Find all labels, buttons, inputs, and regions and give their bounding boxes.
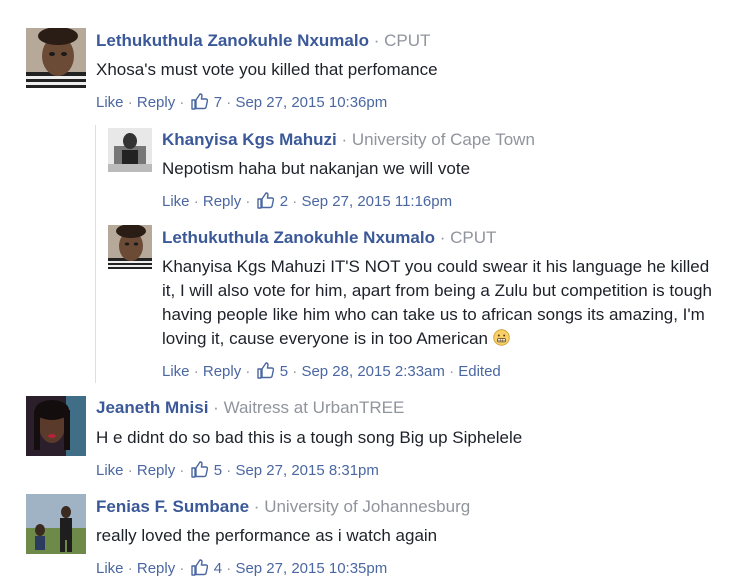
timestamp[interactable]: Sep 27, 2015 11:16pm	[301, 193, 452, 210]
author-affiliation: University of Cape Town	[351, 130, 535, 149]
separator: ·	[226, 560, 232, 577]
timestamp[interactable]: Sep 28, 2015 2:33am	[301, 363, 444, 380]
author-name[interactable]: Lethukuthula Zanokuhle Nxumalo	[96, 31, 369, 50]
like-count[interactable]: 2	[280, 193, 288, 210]
reply-button[interactable]: Reply	[137, 94, 175, 111]
comment-actions: Like · Reply · 2 · Sep 27, 2015 11:16pm	[162, 192, 452, 213]
avatar[interactable]	[26, 494, 86, 554]
like-count[interactable]: 7	[214, 94, 222, 111]
timestamp[interactable]: Sep 27, 2015 8:31pm	[235, 462, 378, 479]
reply-button[interactable]: Reply	[203, 193, 241, 210]
avatar[interactable]	[26, 28, 86, 88]
reply-button[interactable]: Reply	[137, 462, 175, 479]
comment-actions: Like · Reply · 5 · Sep 27, 2015 8:31pm	[96, 461, 379, 482]
comment-actions: Like · Reply · 4 · Sep 27, 2015 10:35pm	[96, 559, 387, 580]
separator: ·	[213, 398, 219, 417]
comment-actions: Like · Reply · 7 · Sep 27, 2015 10:36pm	[96, 93, 387, 114]
separator: ·	[439, 228, 446, 247]
separator: ·	[127, 94, 133, 111]
like-button[interactable]: Like	[96, 462, 124, 479]
separator: ·	[245, 363, 251, 380]
separator: ·	[245, 193, 251, 210]
comment-header: Khanyisa Kgs Mahuzi · University of Cape…	[162, 130, 535, 150]
separator: ·	[179, 560, 185, 577]
comment-text-content: Khanyisa Kgs Mahuzi IT'S NOT you could s…	[162, 257, 712, 348]
author-affiliation: University of Johannesburg	[264, 497, 471, 516]
separator: ·	[226, 94, 232, 111]
author-name[interactable]: Fenias F. Sumbane	[96, 497, 249, 516]
reply-button[interactable]: Reply	[203, 363, 241, 380]
separator: ·	[341, 130, 348, 149]
separator: ·	[179, 462, 185, 479]
separator: ·	[179, 94, 185, 111]
separator: ·	[292, 363, 298, 380]
timestamp[interactable]: Sep 27, 2015 10:35pm	[235, 560, 387, 577]
reply-button[interactable]: Reply	[137, 560, 175, 577]
like-button[interactable]: Like	[96, 94, 124, 111]
separator: ·	[292, 193, 298, 210]
separator: ·	[226, 462, 232, 479]
comment-header: Lethukuthula Zanokuhle Nxumalo · CPUT	[96, 31, 430, 51]
like-count[interactable]: 5	[214, 462, 222, 479]
comment-text: Nepotism haha but nakanjan we will vote	[162, 159, 471, 178]
like-button[interactable]: Like	[96, 560, 124, 577]
thumbs-up-icon	[190, 461, 208, 482]
thumbs-up-icon	[256, 192, 274, 213]
comment-text: H e didnt do so bad this is a tough song…	[96, 428, 523, 447]
comment-actions: Like · Reply · 5 · Sep 28, 2015 2:33am ·…	[162, 362, 501, 383]
author-name[interactable]: Jeaneth Mnisi	[96, 398, 208, 417]
separator: ·	[253, 497, 260, 516]
edited-label[interactable]: Edited	[458, 363, 501, 380]
like-button[interactable]: Like	[162, 363, 190, 380]
thumbs-up-icon	[190, 93, 208, 114]
author-name[interactable]: Khanyisa Kgs Mahuzi	[162, 130, 337, 149]
avatar[interactable]	[108, 225, 152, 269]
avatar[interactable]	[26, 396, 86, 456]
separator: ·	[193, 193, 199, 210]
grimace-emoji-icon	[493, 329, 510, 353]
author-name[interactable]: Lethukuthula Zanokuhle Nxumalo	[162, 228, 435, 247]
separator: ·	[449, 363, 455, 380]
comment-header: Fenias F. Sumbane · University of Johann…	[96, 497, 470, 517]
comment-text: Khanyisa Kgs Mahuzi IT'S NOT you could s…	[162, 255, 722, 353]
separator: ·	[373, 31, 380, 50]
author-affiliation: Waitress at UrbanTREE	[223, 398, 405, 417]
separator: ·	[127, 462, 133, 479]
author-affiliation: CPUT	[384, 31, 431, 50]
like-count[interactable]: 4	[214, 560, 222, 577]
comment-header: Jeaneth Mnisi · Waitress at UrbanTREE	[96, 398, 404, 418]
timestamp[interactable]: Sep 27, 2015 10:36pm	[235, 94, 387, 111]
separator: ·	[127, 560, 133, 577]
thumbs-up-icon	[190, 559, 208, 580]
comment-text: Xhosa's must vote you killed that perfom…	[96, 60, 438, 79]
comment-text: really loved the performance as i watch …	[96, 526, 438, 545]
reply-thread-line	[95, 125, 96, 383]
like-button[interactable]: Like	[162, 193, 190, 210]
separator: ·	[193, 363, 199, 380]
avatar[interactable]	[108, 128, 152, 172]
like-count[interactable]: 5	[280, 363, 288, 380]
comment-header: Lethukuthula Zanokuhle Nxumalo · CPUT	[162, 228, 496, 248]
author-affiliation: CPUT	[450, 228, 497, 247]
thumbs-up-icon	[256, 362, 274, 383]
